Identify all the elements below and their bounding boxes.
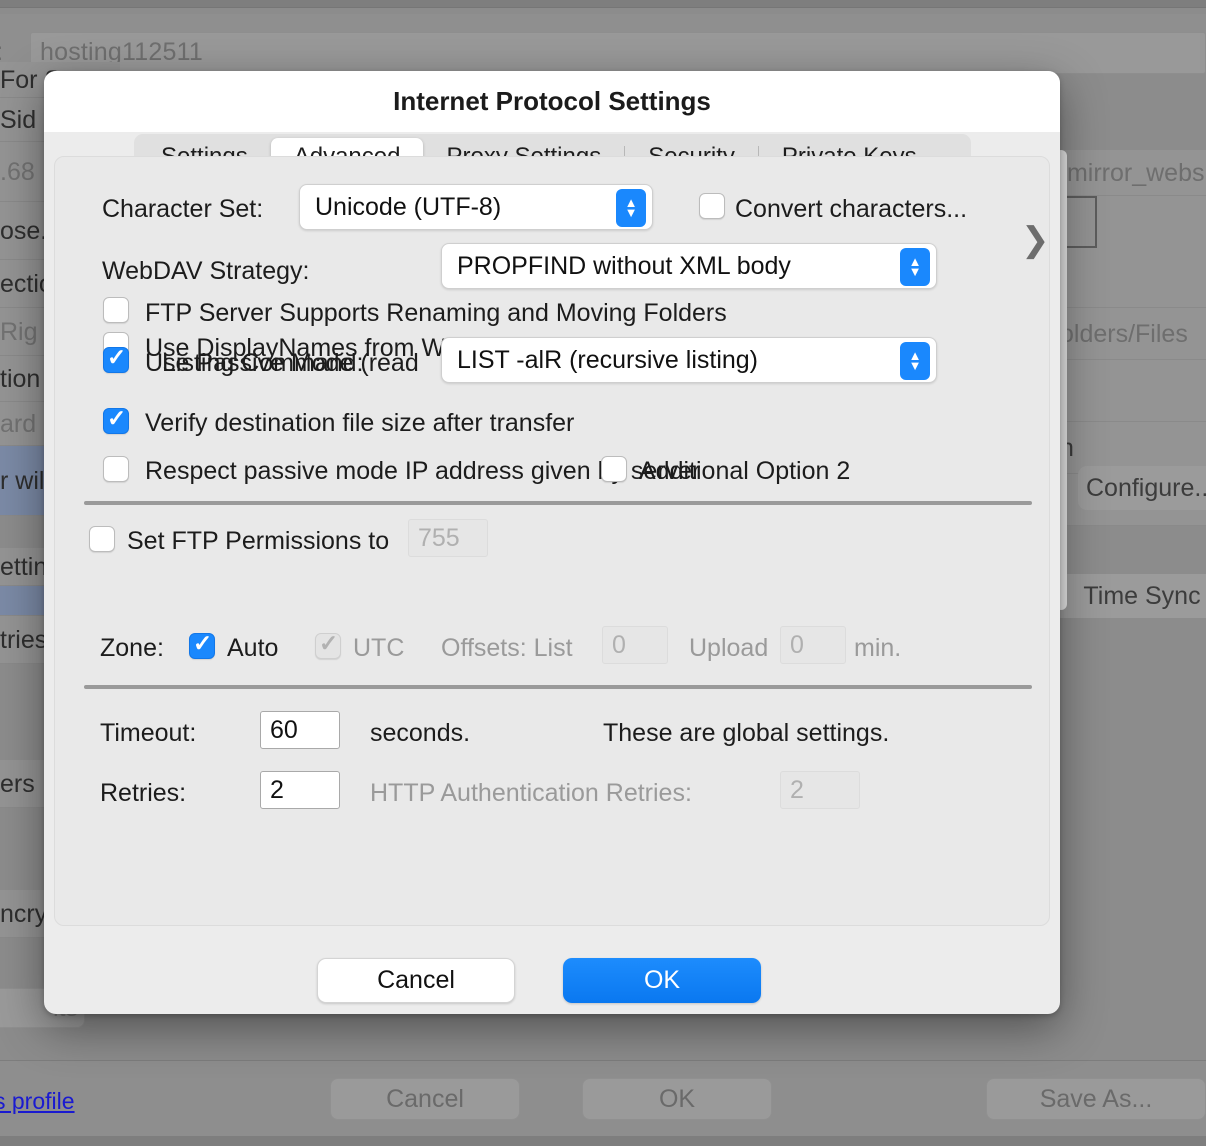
- global-settings-note: These are global settings.: [603, 719, 890, 747]
- zone-offsets-list-field[interactable]: 0: [602, 626, 668, 664]
- zone-offsets-label: Offsets: List: [441, 634, 573, 662]
- http-auth-retries-label: HTTP Authentication Retries:: [370, 779, 692, 807]
- divider-2: [84, 685, 1032, 689]
- background-profile-link[interactable]: s profile: [0, 1088, 75, 1115]
- dialog-titlebar: Internet Protocol Settings: [44, 71, 1060, 132]
- ftp-renaming-label: FTP Server Supports Renaming and Moving …: [145, 299, 727, 327]
- timeout-unit-label: seconds.: [370, 719, 471, 747]
- background-window-edge: [0, 1136, 1206, 1146]
- ftp-permissions-checkbox[interactable]: [89, 526, 115, 552]
- background-save-as-button[interactable]: Save As...: [986, 1078, 1206, 1120]
- character-set-label: Character Set:: [102, 195, 264, 223]
- zone-auto-checkbox[interactable]: [189, 630, 215, 659]
- background-ok-button[interactable]: OK: [582, 1078, 772, 1120]
- background-right-row: [1060, 360, 1206, 422]
- ftp-permissions-field[interactable]: 755: [408, 519, 488, 557]
- webdav-strategy-label: WebDAV Strategy:: [102, 257, 310, 285]
- listing-command-label: Listing Command:: [162, 349, 364, 377]
- zone-utc-checkbox[interactable]: [315, 630, 341, 659]
- additional-option-2-label: Additional Option 2: [639, 457, 851, 485]
- ok-button[interactable]: OK: [563, 958, 761, 1003]
- dialog-title: Internet Protocol Settings: [393, 86, 711, 116]
- additional-option-2-checkbox[interactable]: [601, 456, 627, 482]
- retries-field[interactable]: 2: [260, 771, 340, 809]
- ftp-renaming-checkbox[interactable]: [103, 297, 129, 323]
- http-auth-retries-field[interactable]: 2: [780, 771, 860, 809]
- timeout-label: Timeout:: [100, 719, 197, 747]
- background-checkbox-outline: [1065, 196, 1097, 248]
- background-time-sync-button[interactable]: Time Sync: [1052, 574, 1206, 618]
- internet-protocol-settings-dialog: Internet Protocol Settings SettingsAdvan…: [44, 71, 1060, 1014]
- chevron-updown-icon: ▲ ▼: [900, 342, 930, 380]
- background-right-row: olders/Files: [1060, 308, 1206, 360]
- background-configure-button[interactable]: Configure...: [1078, 466, 1206, 510]
- background-cancel-button[interactable]: Cancel: [330, 1078, 520, 1120]
- zone-auto-label: Auto: [227, 634, 279, 662]
- zone-upload-field[interactable]: 0: [780, 626, 846, 664]
- listing-command-value: LIST -alR (recursive listing): [457, 345, 759, 374]
- zone-label: Zone:: [100, 634, 164, 662]
- respect-passive-ip-checkbox[interactable]: [103, 456, 129, 482]
- listing-command-popup[interactable]: LIST -alR (recursive listing) ▲ ▼: [441, 337, 937, 383]
- zone-utc-label: UTC: [353, 634, 405, 662]
- passive-mode-checkbox[interactable]: [103, 344, 129, 373]
- retries-label: Retries:: [100, 779, 187, 807]
- timeout-field[interactable]: 60: [260, 711, 340, 749]
- character-set-popup[interactable]: Unicode (UTF-8) ▲ ▼: [299, 184, 653, 230]
- verify-file-size-checkbox[interactable]: [103, 405, 129, 434]
- cancel-button[interactable]: Cancel: [317, 958, 515, 1003]
- background-toolbar: [0, 0, 1206, 8]
- zone-upload-label: Upload: [689, 634, 769, 662]
- ftp-permissions-label: Set FTP Permissions to: [127, 527, 390, 555]
- webdav-strategy-popup[interactable]: PROPFIND without XML body ▲ ▼: [441, 243, 937, 289]
- character-set-value: Unicode (UTF-8): [315, 192, 502, 221]
- background-host-field[interactable]: [30, 32, 1206, 74]
- background-right-row: /mirror_webs: [1060, 150, 1206, 196]
- chevron-updown-icon: ▲ ▼: [900, 248, 930, 286]
- background-field-row: : hosting112511: [0, 14, 1206, 74]
- convert-characters-label: Convert characters...: [735, 195, 968, 223]
- convert-characters-checkbox[interactable]: [699, 193, 725, 219]
- verify-file-size-label: Verify destination file size after trans…: [145, 409, 575, 437]
- zone-min-label: min.: [854, 634, 902, 662]
- webdav-strategy-value: PROPFIND without XML body: [457, 251, 791, 280]
- chevron-right-icon[interactable]: ❯: [1021, 223, 1050, 257]
- chevron-updown-icon: ▲ ▼: [616, 189, 646, 227]
- divider-1: [84, 501, 1032, 505]
